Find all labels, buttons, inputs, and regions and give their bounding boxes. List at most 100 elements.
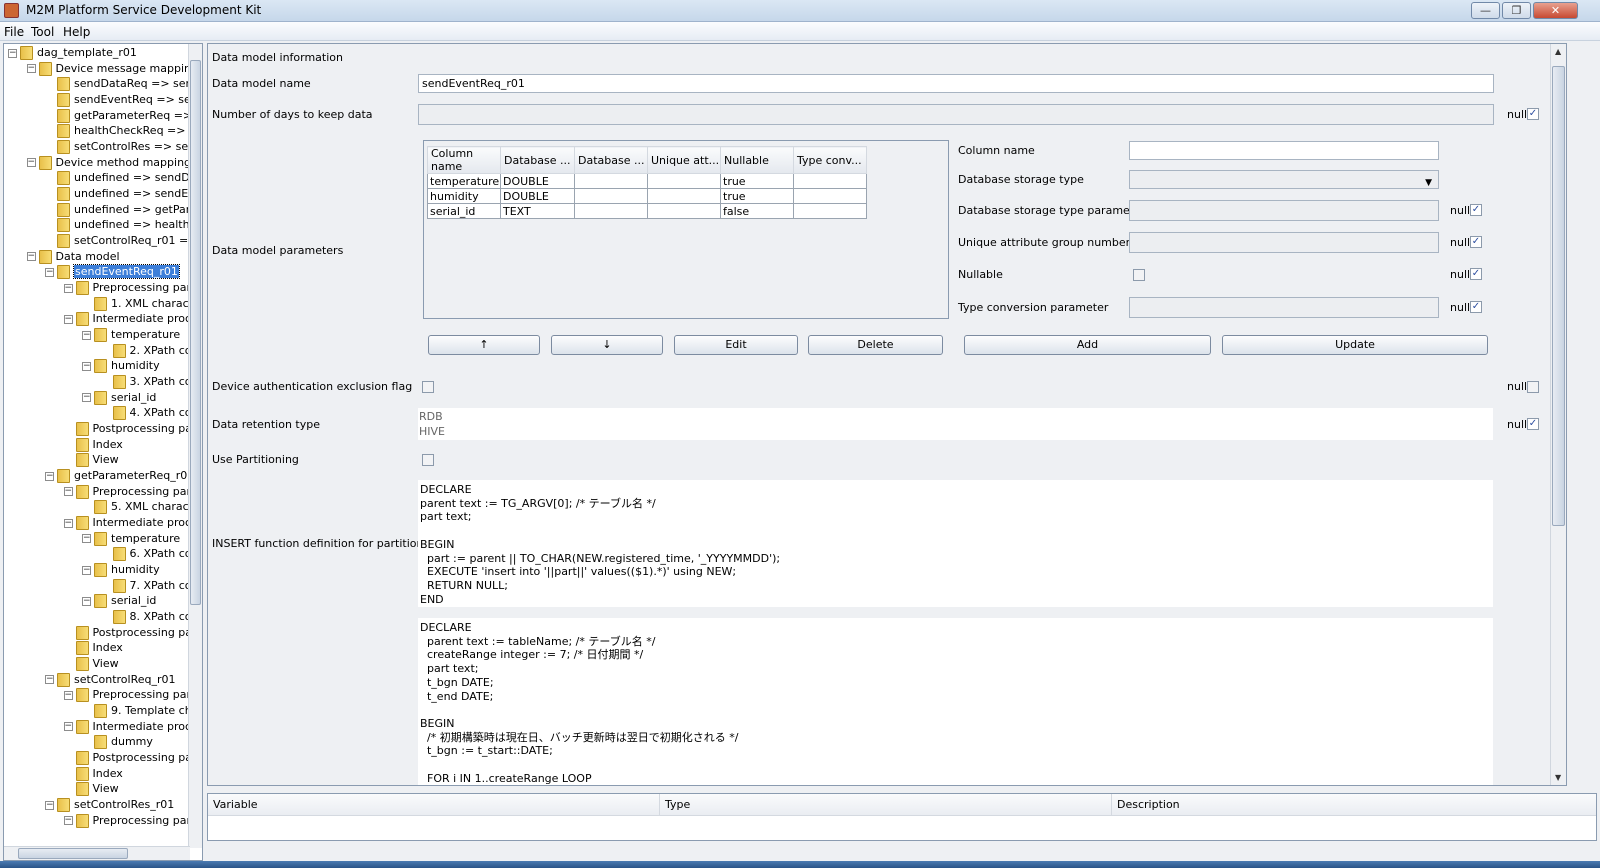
tree-node[interactable]: − temperature (82, 531, 180, 547)
grid-cell[interactable]: temperature (427, 173, 501, 189)
tree-node[interactable]: 2. XPath co (101, 343, 191, 359)
tree-node[interactable]: Postprocessing par (64, 421, 197, 437)
expander-icon[interactable]: − (45, 267, 54, 277)
unique-null-checkbox[interactable]: ✓ (1470, 236, 1482, 248)
description-column-header[interactable]: Description (1112, 794, 1596, 816)
grid-cell[interactable] (647, 173, 721, 189)
tree-node[interactable]: − temperature (82, 327, 180, 343)
tree-node[interactable]: − Preprocessing part (63, 280, 195, 296)
tree-node[interactable]: − Device method mapping (26, 155, 191, 171)
tree-node[interactable]: 9. Template ch (82, 703, 192, 719)
expander-icon[interactable]: − (63, 518, 73, 528)
grid-cell[interactable] (647, 203, 721, 219)
grid-cell[interactable]: false (720, 203, 794, 219)
tree-node[interactable]: − Intermediate proce (63, 311, 198, 327)
tree-node[interactable]: − serial_id (82, 593, 156, 609)
grid-cell[interactable] (647, 188, 721, 204)
type-column-header[interactable]: Type (660, 794, 1112, 816)
nullable-null-checkbox[interactable]: ✓ (1470, 268, 1482, 280)
expander-icon[interactable]: − (82, 596, 91, 606)
tree-node[interactable]: 7. XPath co (101, 578, 191, 594)
grid-column-header[interactable]: Database ... (500, 146, 575, 174)
tree-node[interactable]: Index (64, 640, 123, 656)
grid-column-header[interactable]: Nullable (720, 146, 794, 174)
variable-column-header[interactable]: Variable (208, 794, 660, 816)
tree-node[interactable]: − Intermediate proce (63, 515, 198, 531)
retention-option-rdb[interactable]: RDB (419, 409, 1492, 424)
tree-node[interactable]: − Data model (26, 249, 120, 265)
tree-node[interactable]: undefined => healthCl (45, 217, 200, 233)
tree-node[interactable]: getParameterReq => « (45, 108, 202, 124)
close-button[interactable]: ✕ (1533, 2, 1578, 19)
expander-icon[interactable]: − (63, 283, 73, 293)
expander-icon[interactable]: − (82, 330, 91, 340)
tree-vertical-scrollbar[interactable] (188, 44, 202, 848)
tree-node[interactable]: − Preprocessing part (63, 484, 195, 500)
table-row[interactable]: humidity DOUBLE true (427, 188, 867, 204)
tree-node[interactable]: − humidity (82, 562, 160, 578)
minimize-button[interactable]: — (1471, 2, 1500, 19)
menu-tool[interactable]: Tool (31, 25, 54, 39)
update-button[interactable]: Update (1222, 335, 1488, 355)
tree-node[interactable]: − Preprocessing part (63, 813, 195, 829)
nullable-checkbox[interactable] (1133, 269, 1145, 281)
tree-node[interactable]: View (64, 656, 119, 672)
grid-cell[interactable] (793, 188, 867, 204)
tree-node[interactable]: − Device message mapping (26, 61, 198, 77)
grid-cell[interactable]: serial_id (427, 203, 501, 219)
grid-cell[interactable] (574, 173, 648, 189)
tree-node[interactable]: Postprocessing par (64, 625, 197, 641)
restore-button[interactable]: ❐ (1502, 2, 1531, 19)
tree-node[interactable]: sendEventReq => sen (45, 92, 198, 108)
tree-node[interactable]: View (64, 781, 119, 797)
expander-icon[interactable]: − (63, 487, 73, 497)
tree-node[interactable]: − setControlReq_r01 (45, 672, 176, 688)
grid-cell[interactable]: true (720, 173, 794, 189)
tree-node[interactable]: undefined => getPara (45, 202, 197, 218)
tree-node[interactable]: − getParameterReq_r01 (45, 468, 194, 484)
days-to-keep-field[interactable] (418, 104, 1494, 125)
tree-node[interactable]: setControlReq_r01 => (45, 233, 197, 249)
tree-node[interactable]: undefined => sendDat (45, 170, 201, 186)
retention-type-list[interactable]: RDB HIVE (418, 408, 1493, 440)
tree-node[interactable]: undefined => sendEve (45, 186, 201, 202)
tree-node[interactable]: 6. XPath co (101, 546, 191, 562)
auth-null-checkbox[interactable] (1527, 381, 1539, 393)
expander-icon[interactable]: − (63, 816, 73, 826)
tree-node[interactable]: Index (64, 437, 123, 453)
grid-column-header[interactable]: Column name (427, 146, 501, 174)
tree-node[interactable]: Postprocessing par (64, 750, 197, 766)
grid-cell[interactable]: TEXT (500, 203, 575, 219)
tree-node[interactable]: − humidity (82, 358, 160, 374)
unique-group-field[interactable] (1129, 232, 1439, 253)
tree-node[interactable]: 3. XPath co (101, 374, 191, 390)
tree-node[interactable]: 5. XML charact (82, 499, 193, 515)
grid-cell[interactable] (574, 203, 648, 219)
expander-icon[interactable]: − (45, 471, 54, 481)
grid-cell[interactable] (793, 173, 867, 189)
grid-column-header[interactable]: Unique att... (647, 146, 721, 174)
tree-node[interactable]: − sendEventReq_r01 (45, 264, 180, 280)
storage-type-select[interactable]: ▼ (1129, 170, 1439, 189)
days-null-checkbox[interactable]: ✓ (1527, 108, 1539, 120)
scroll-thumb[interactable] (18, 848, 128, 859)
grid-column-header[interactable]: Database ... (574, 146, 648, 174)
expander-icon[interactable]: − (45, 675, 54, 685)
expander-icon[interactable]: − (82, 534, 91, 544)
delete-button[interactable]: Delete (808, 335, 943, 355)
data-model-name-field[interactable]: sendEventReq_r01 (418, 74, 1494, 93)
expander-icon[interactable]: − (63, 690, 73, 700)
tree-node[interactable]: setControlRes => set( (45, 139, 197, 155)
expander-icon[interactable]: − (26, 64, 36, 74)
scroll-thumb[interactable] (190, 60, 201, 605)
tree-node[interactable]: 8. XPath co (101, 609, 191, 625)
expander-icon[interactable]: − (45, 800, 54, 810)
retention-option-hive[interactable]: HIVE (419, 424, 1492, 439)
tree-node[interactable]: − dag_template_r01 (8, 45, 137, 61)
tree-node[interactable]: sendDataReq => send (45, 76, 200, 92)
menu-help[interactable]: Help (63, 25, 90, 39)
expander-icon[interactable]: − (8, 48, 17, 58)
grid-cell[interactable]: DOUBLE (500, 188, 575, 204)
scroll-down-icon[interactable]: ▼ (1555, 773, 1561, 782)
tree-node[interactable]: Index (64, 766, 123, 782)
